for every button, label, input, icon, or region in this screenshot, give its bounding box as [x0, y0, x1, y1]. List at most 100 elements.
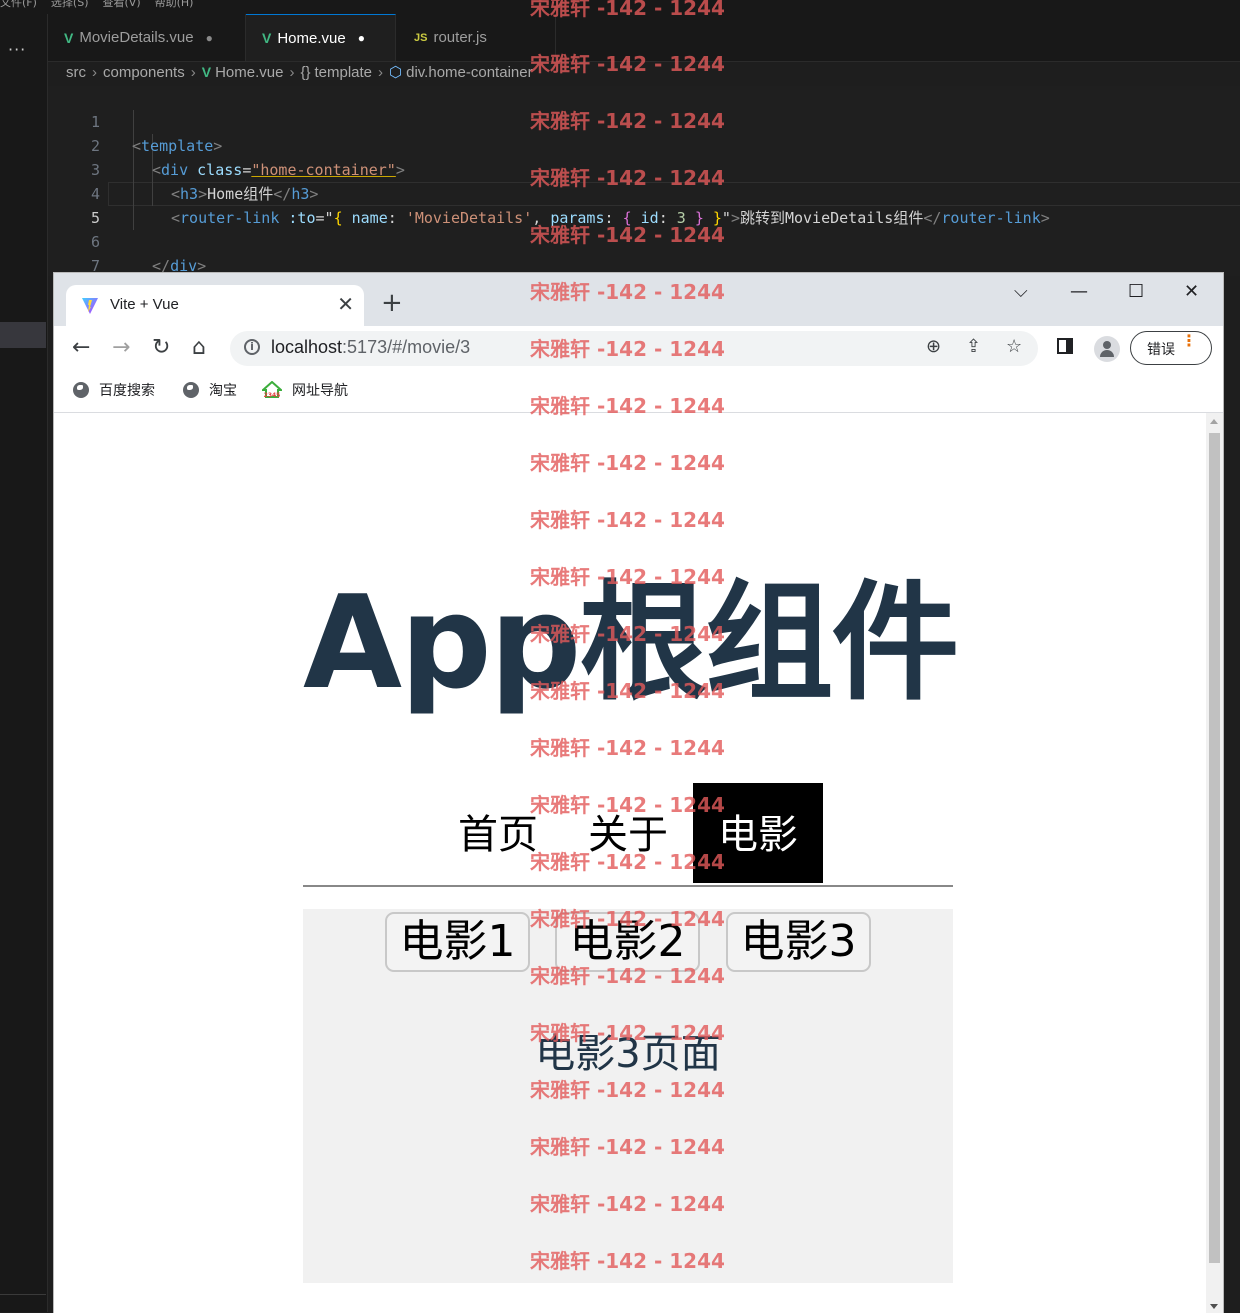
minimize-icon[interactable]: —: [1070, 281, 1088, 302]
chevron-right-icon: ›: [92, 63, 97, 81]
code-token: :to: [288, 209, 316, 227]
code-token: name: [351, 209, 388, 227]
back-icon[interactable]: ←: [72, 334, 90, 362]
code-token: div: [161, 161, 189, 179]
modified-dot-icon[interactable]: ●: [206, 31, 213, 45]
editor-tab-bar: V MovieDetails.vue ● V Home.vue ● JS rou…: [48, 14, 1240, 62]
scroll-thumb[interactable]: [1209, 433, 1220, 1263]
browser-tab-title: Vite + Vue: [110, 296, 179, 313]
chevron-right-icon: ›: [378, 63, 384, 81]
code-token: 3: [676, 209, 686, 227]
forward-icon[interactable]: →: [112, 334, 130, 362]
nav-link-movie[interactable]: 电影: [693, 783, 823, 883]
site-info-icon[interactable]: i: [244, 339, 260, 355]
tab-search-icon[interactable]: ⌵: [1014, 281, 1028, 302]
tab-label: router.js: [433, 29, 487, 46]
bookmark-item[interactable]: 2345 网址导航: [262, 380, 348, 400]
movie-1-button[interactable]: 电影1: [385, 912, 530, 972]
modified-dot-icon[interactable]: ●: [358, 31, 365, 45]
code-editor[interactable]: 1 <template> 2 <div class="home-containe…: [48, 86, 1240, 299]
vue-file-icon: V: [262, 30, 272, 46]
address-bar[interactable]: i localhost:5173/#/movie/3 ⊕ ⇪ ☆: [230, 331, 1038, 366]
url-text: localhost:5173/#/movie/3: [271, 337, 470, 358]
more-icon[interactable]: ···: [8, 40, 26, 59]
url-path: :5173/#/movie/3: [342, 337, 471, 357]
bookmark-label: 百度搜索: [99, 383, 155, 399]
page-title: App根组件: [303, 569, 959, 718]
cube-icon: ⬡: [389, 64, 403, 81]
code-token: params: [550, 209, 605, 227]
bookmark-label: 淘宝: [209, 383, 237, 399]
bookmark-star-icon[interactable]: ☆: [1006, 336, 1022, 357]
app-nav: 首页 关于 电影: [303, 783, 953, 887]
code-line: 1 <template>: [48, 86, 222, 155]
new-tab-button[interactable]: +: [381, 290, 403, 316]
error-button[interactable]: 错误 ⋮: [1130, 331, 1212, 365]
divider: [0, 1294, 46, 1295]
tab-label: Home.vue: [277, 29, 346, 47]
reload-icon[interactable]: ↻: [152, 334, 170, 362]
vue-file-icon: V: [201, 64, 212, 80]
scroll-down-arrow-icon[interactable]: [1210, 1304, 1218, 1309]
code-line: 5: [48, 182, 100, 227]
breadcrumb-item[interactable]: template: [314, 64, 372, 81]
zoom-icon[interactable]: ⊕: [926, 336, 941, 357]
tab-moviedetails-vue[interactable]: V MovieDetails.vue ●: [48, 14, 246, 61]
page-scrollbar[interactable]: [1206, 413, 1223, 1313]
tab-home-vue[interactable]: V Home.vue ●: [246, 14, 396, 61]
breadcrumb-item[interactable]: Home.vue: [215, 64, 283, 81]
maximize-icon[interactable]: ☐: [1128, 281, 1144, 302]
code-line: 7 </template>: [48, 230, 231, 299]
tab-label: MovieDetails.vue: [79, 29, 194, 46]
close-window-icon[interactable]: ✕: [1184, 281, 1199, 302]
profile-avatar-icon[interactable]: [1094, 336, 1120, 362]
menu-kebab-icon: ⋮: [1181, 331, 1197, 350]
browser-window: Vite + Vue ✕ + ⌵ — ☐ ✕ ← → ↻ ⌂ i localho…: [53, 272, 1224, 1313]
code-text: <div class="home-container">: [152, 161, 405, 179]
browser-tab-strip: Vite + Vue ✕ + ⌵ — ☐ ✕: [54, 273, 1223, 326]
chevron-right-icon: ›: [289, 63, 295, 81]
breadcrumb: src › components › V Home.vue › {} templ…: [66, 63, 533, 82]
browser-tab[interactable]: Vite + Vue ✕: [66, 285, 364, 326]
vscode-activity-bar: ···: [0, 14, 48, 1312]
code-token: template: [141, 137, 214, 155]
movie-view: 电影1 电影2 电影3 电影3页面: [303, 909, 953, 1283]
scroll-up-arrow-icon[interactable]: [1210, 419, 1218, 424]
nav-link-home[interactable]: 首页: [433, 783, 563, 883]
movie-2-button[interactable]: 电影2: [555, 912, 700, 972]
share-icon[interactable]: ⇪: [966, 336, 981, 357]
code-token: 跳转到MovieDetails组件: [739, 209, 924, 227]
code-token: h3: [291, 185, 310, 203]
bookmark-item[interactable]: 淘宝: [183, 380, 237, 400]
side-panel-icon[interactable]: [1057, 338, 1073, 354]
code-token: router-link: [941, 209, 1041, 227]
error-label: 错误: [1147, 342, 1175, 358]
code-line: 3 <h3>Home组件</h3>: [48, 134, 318, 203]
home-icon[interactable]: ⌂: [192, 334, 206, 362]
breadcrumb-item[interactable]: div.home-container: [406, 64, 532, 81]
vscode-menubar: 文件(F) 选择(S) 查看(V) 帮助(H): [0, 0, 1240, 14]
movie-3-button[interactable]: 电影3: [726, 912, 871, 972]
breadcrumb-item[interactable]: components: [103, 64, 185, 81]
code-token: router-link: [180, 209, 280, 227]
code-text: <template>: [132, 137, 223, 155]
browser-toolbar: ← → ↻ ⌂ i localhost:5173/#/movie/3 ⊕ ⇪ ☆…: [54, 326, 1223, 372]
breadcrumb-item[interactable]: src: [66, 64, 86, 81]
url-host: localhost: [271, 337, 343, 357]
bookmark-item[interactable]: 百度搜索: [73, 380, 155, 400]
bookmarks-bar: 百度搜索 淘宝 2345 网址导航: [54, 372, 1223, 413]
house-2345-badge: 2345: [264, 392, 281, 399]
code-line: 4 <router-link :to="{ name: 'MovieDetail…: [48, 158, 1050, 227]
close-tab-icon[interactable]: ✕: [337, 292, 354, 316]
tab-router-js[interactable]: JS router.js: [396, 14, 556, 61]
chevron-right-icon: ›: [190, 63, 196, 81]
code-token: "home-container": [251, 161, 396, 179]
code-text: <h3>Home组件</h3>: [171, 185, 319, 203]
code-line: 2 <div class="home-container">: [48, 110, 405, 179]
vue-file-icon: V: [64, 29, 74, 46]
globe-icon: [183, 382, 199, 398]
code-token: id: [640, 209, 659, 227]
code-token: class: [197, 161, 243, 179]
bookmark-label: 网址导航: [292, 383, 348, 399]
nav-link-about[interactable]: 关于: [563, 783, 693, 883]
